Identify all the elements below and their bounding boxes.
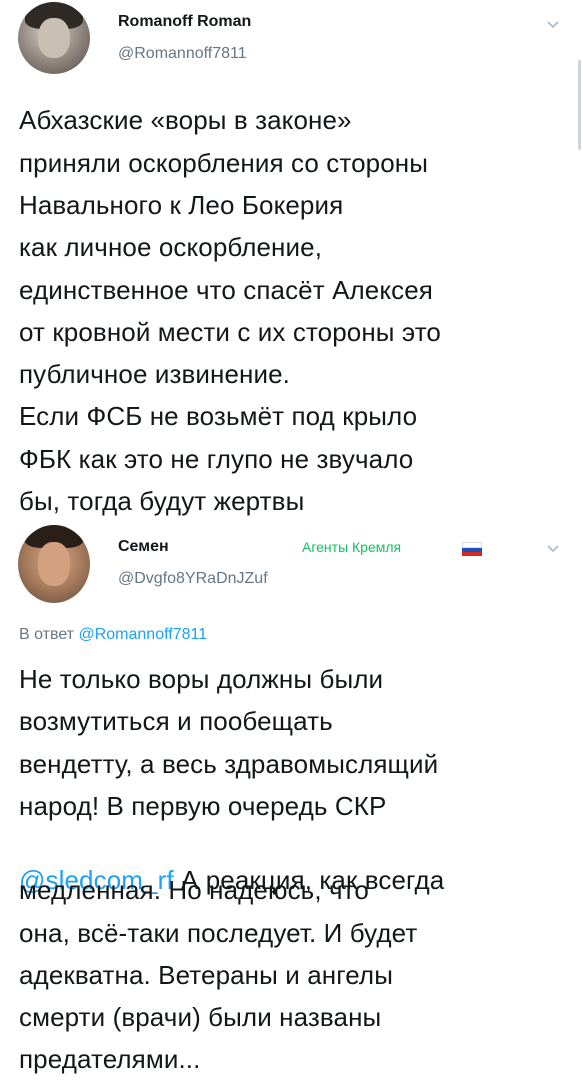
reply-to: В ответ @Romannoff7811 [19,626,207,644]
tweet-line: единственное что спасёт Алексея [19,275,433,305]
author-name[interactable]: Romanoff Roman [118,13,251,31]
reply-to-label: В ответ [19,626,75,643]
tweet-line: бы, тогда будут жертвы [19,486,305,516]
status-badge: Агенты Кремля [302,539,402,555]
reply-author-name[interactable]: Семен [118,538,169,556]
scrollbar[interactable] [578,60,581,150]
reply-line: она, всё-таки последует. И будет [19,918,418,948]
reply-line: адекватна. Ветераны и ангелы [19,960,393,990]
tweet-line: приняли оскорбления со стороны [19,148,429,178]
reply-to-handle[interactable]: @Romannoff7811 [78,626,207,643]
tweet-line: публичное извинение. [19,359,291,389]
avatar[interactable] [18,2,90,74]
reply-line: возмутиться и пообещать [19,706,333,736]
reply-line: медленная. Но надеюсь, что [19,875,369,905]
reply-line: Не только воры должны были [19,664,384,694]
chevron-down-icon[interactable] [545,16,561,32]
russian-flag-icon [462,542,482,556]
tweet-line: ФБК как это не глупо не звучало [19,444,414,474]
reply-line: предателями... [19,1044,201,1074]
tweet-line: Абхазские «воры в законе» [19,105,352,135]
reply-line: смерти (врачи) были названы [19,1002,382,1032]
reply-author-handle[interactable]: @Dvgfo8YRaDnJZuf [118,570,268,588]
chevron-down-icon[interactable] [545,540,561,556]
reply-avatar[interactable] [18,525,90,603]
tweet-line: Если ФСБ не возьмёт под крыло [19,401,418,431]
tweet-line: от кровной мести с их стороны это [19,317,441,347]
tweet-line: Навального к Лео Бокерия [19,190,344,220]
tweet-line: как личное оскорбление, [19,232,323,262]
author-handle[interactable]: @Romannoff7811 [118,45,247,63]
reply-line: народ! В первую очередь СКР [19,791,387,821]
reply-line: вендетту, а весь здравомыслящий [19,749,439,779]
